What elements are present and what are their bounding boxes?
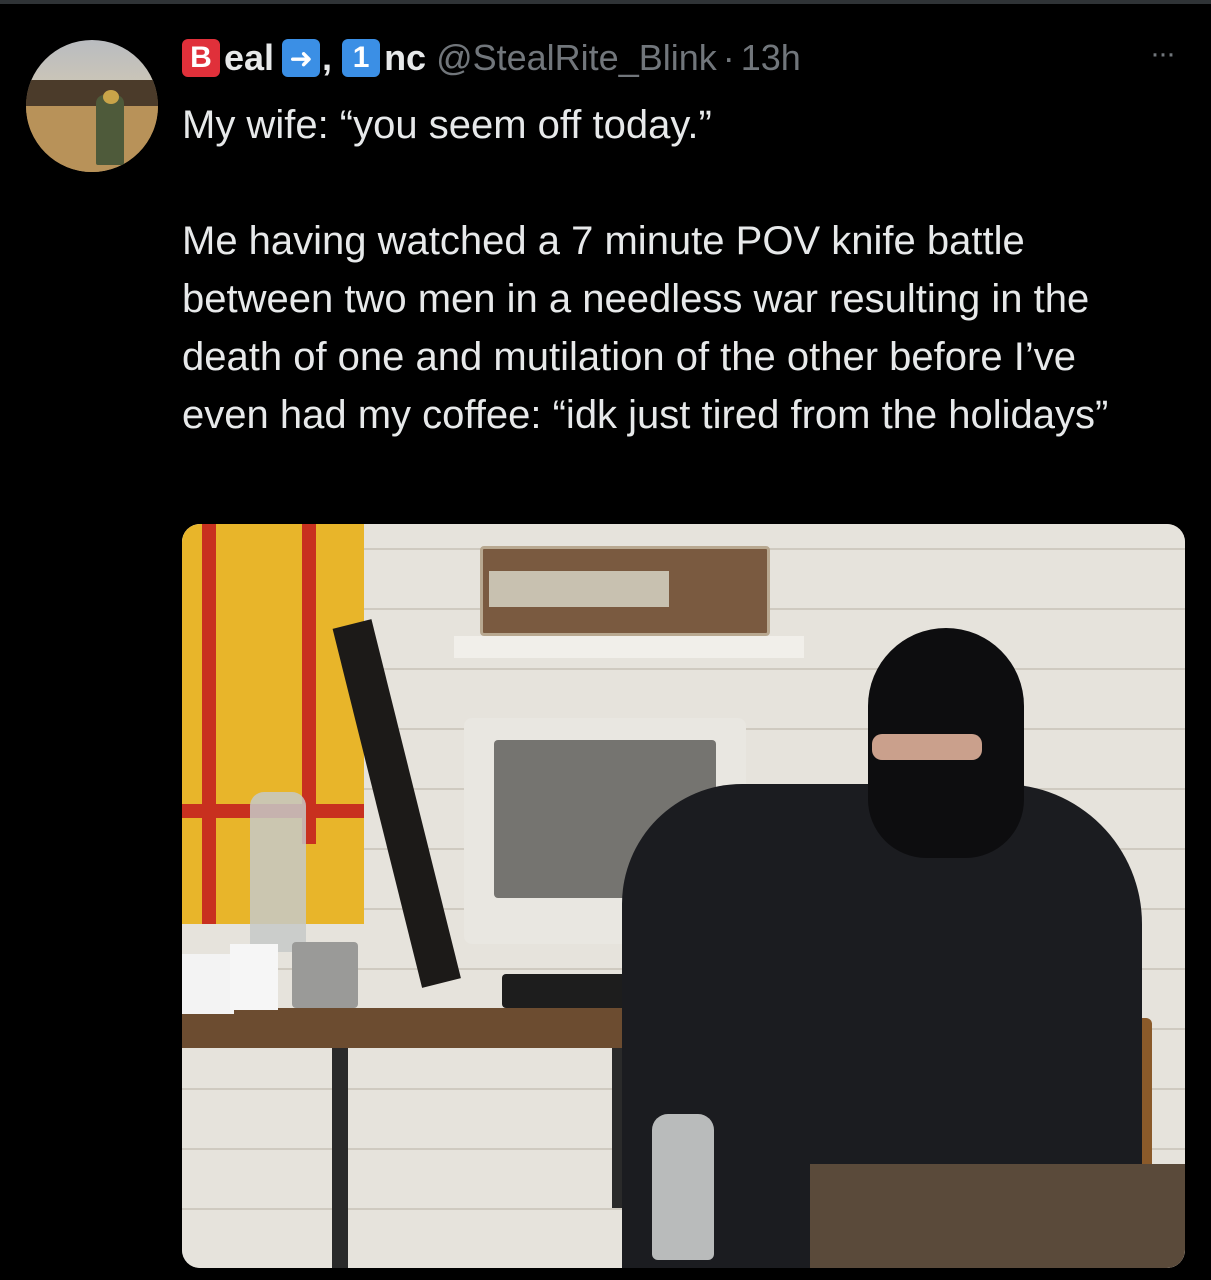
image-flag-line: [202, 524, 216, 924]
arrow-emoji-icon: ➜: [282, 39, 321, 77]
image-cup: [230, 944, 278, 1010]
display-name-comma: ,: [322, 37, 333, 78]
tweet-header: B eal ➜ , 1 nc @StealRite_Blink · 13h: [182, 32, 801, 84]
letter-b-emoji-icon: B: [182, 39, 220, 77]
image-eyes: [872, 734, 982, 760]
image-bottle: [250, 792, 306, 952]
avatar-trees: [26, 80, 158, 108]
separator-dot: ·: [722, 37, 735, 78]
digit-one-emoji-icon: 1: [342, 39, 381, 77]
tweet-line-1: My wife: “you seem off today.”: [182, 103, 712, 147]
more-options-icon[interactable]: ···: [1140, 39, 1184, 69]
avatar-field: [26, 106, 158, 172]
avatar-person: [96, 95, 124, 165]
image-hand-bottle: [652, 1114, 714, 1260]
image-radio: [480, 546, 770, 636]
image-can: [292, 942, 358, 1008]
top-divider: [0, 0, 1211, 4]
image-flag-line: [302, 524, 316, 844]
display-name-part2[interactable]: nc: [384, 37, 426, 79]
tweet-media-image[interactable]: [182, 524, 1185, 1268]
user-handle[interactable]: @StealRite_Blink: [436, 37, 717, 79]
image-table: [810, 1164, 1185, 1268]
image-desk-leg: [332, 1048, 348, 1268]
avatar[interactable]: [26, 40, 158, 172]
timestamp[interactable]: 13h: [741, 37, 801, 79]
tweet-text: My wife: “you seem off today.” Me having…: [182, 96, 1172, 444]
avatar-head: [103, 90, 119, 104]
image-shelf: [454, 636, 804, 658]
tweet-line-2: Me having watched a 7 minute POV knife b…: [182, 219, 1109, 437]
display-name-part1[interactable]: eal: [224, 37, 274, 79]
image-cup: [182, 954, 234, 1014]
